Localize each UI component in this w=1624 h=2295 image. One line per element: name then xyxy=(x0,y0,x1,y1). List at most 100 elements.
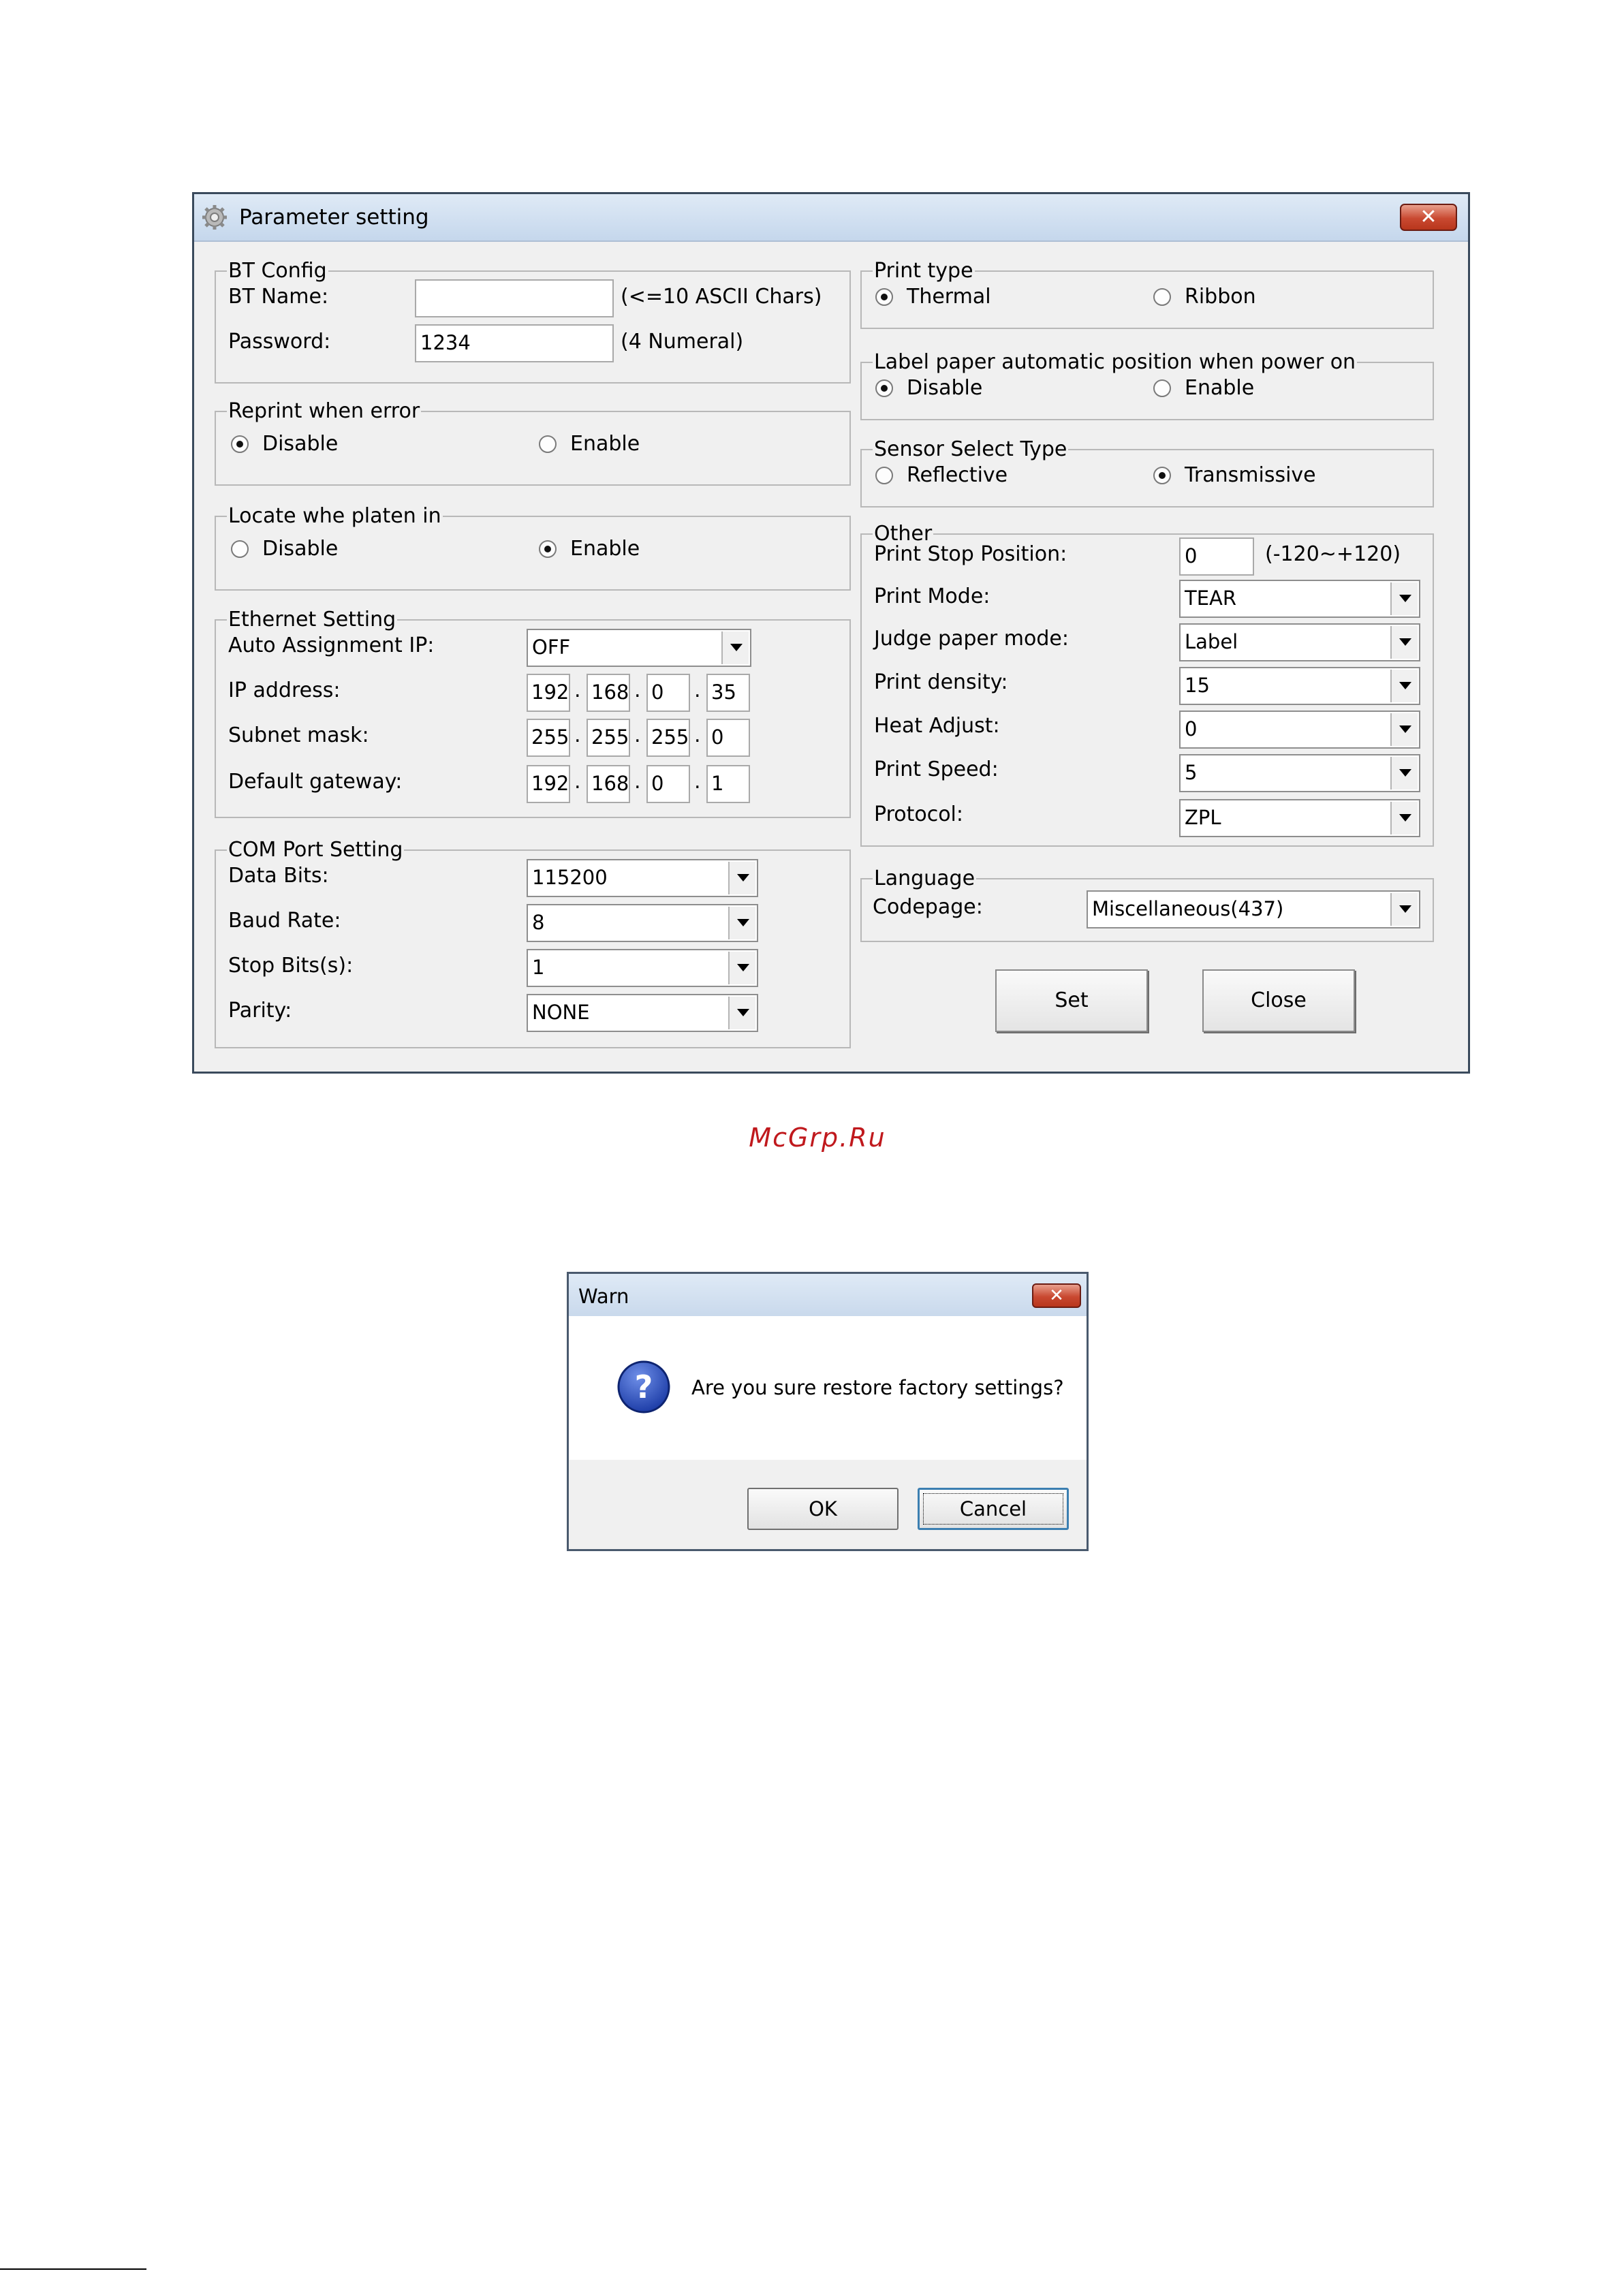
auto-ip-select[interactable]: OFF xyxy=(527,629,751,667)
chevron-down-icon[interactable] xyxy=(1390,713,1418,746)
password-input[interactable]: 1234 xyxy=(415,324,614,362)
label-position-enable-radio[interactable] xyxy=(1153,379,1171,397)
gateway-octet-1[interactable]: 192 xyxy=(527,765,570,803)
question-icon: ? xyxy=(617,1360,670,1414)
data-bits-select[interactable]: 115200 xyxy=(527,859,758,897)
print-mode-label: Print Mode: xyxy=(874,584,990,608)
chevron-down-icon[interactable] xyxy=(728,997,755,1029)
print-density-select[interactable]: 15 xyxy=(1179,667,1420,705)
print-speed-select[interactable]: 5 xyxy=(1179,754,1420,792)
title-bar[interactable]: Parameter setting ✕ xyxy=(194,194,1468,242)
ip-octet-4[interactable]: 35 xyxy=(706,674,750,712)
bt-name-input[interactable] xyxy=(415,279,614,317)
default-gateway-label: Default gateway: xyxy=(228,770,403,794)
warn-dialog: Warn ✕ ? Are you sure restore factory se… xyxy=(567,1272,1089,1551)
ip-octet-2[interactable]: 168 xyxy=(587,674,630,712)
locate-enable-radio[interactable] xyxy=(539,540,557,558)
thermal-label: Thermal xyxy=(907,285,991,309)
print-stop-position-input[interactable]: 0 xyxy=(1179,537,1254,576)
protocol-label: Protocol: xyxy=(874,802,964,826)
locate-platen-legend: Locate whe platen in xyxy=(228,504,441,528)
reflective-label: Reflective xyxy=(907,463,1008,487)
chevron-down-icon[interactable] xyxy=(1390,893,1418,926)
judge-paper-mode-value: Label xyxy=(1185,630,1238,653)
auto-ip-value: OFF xyxy=(532,636,571,659)
data-bits-value: 115200 xyxy=(532,866,608,889)
subnet-separator: . xyxy=(694,723,701,747)
print-density-label: Print density: xyxy=(874,670,1008,694)
warn-title-bar[interactable] xyxy=(569,1274,1087,1316)
baud-rate-value: 8 xyxy=(532,911,545,934)
reflective-radio[interactable] xyxy=(875,467,893,484)
chevron-down-icon[interactable] xyxy=(1390,670,1418,702)
judge-paper-mode-label: Judge paper mode: xyxy=(874,627,1069,651)
gateway-octet-2[interactable]: 168 xyxy=(587,765,630,803)
warn-title: Warn xyxy=(578,1285,629,1308)
judge-paper-mode-select[interactable]: Label xyxy=(1179,623,1420,661)
protocol-select[interactable]: ZPL xyxy=(1179,799,1420,837)
set-button[interactable]: Set xyxy=(995,969,1148,1032)
codepage-select[interactable]: Miscellaneous(437) xyxy=(1087,890,1420,928)
print-mode-select[interactable]: TEAR xyxy=(1179,580,1420,618)
transmissive-label: Transmissive xyxy=(1185,463,1316,487)
print-stop-position-hint: (-120~+120) xyxy=(1265,542,1401,566)
gateway-octet-4[interactable]: 1 xyxy=(706,765,750,803)
heat-adjust-label: Heat Adjust: xyxy=(874,714,1000,738)
subnet-octet-4[interactable]: 0 xyxy=(706,719,750,757)
subnet-octet-2[interactable]: 255 xyxy=(587,719,630,757)
print-stop-position-label: Print Stop Position: xyxy=(874,542,1067,566)
chevron-down-icon[interactable] xyxy=(1390,626,1418,659)
subnet-octet-1[interactable]: 255 xyxy=(527,719,570,757)
close-window-button[interactable]: ✕ xyxy=(1400,204,1457,231)
reprint-disable-radio[interactable] xyxy=(231,435,249,453)
protocol-value: ZPL xyxy=(1185,806,1221,829)
bt-config-legend: BT Config xyxy=(228,259,327,283)
baud-rate-select[interactable]: 8 xyxy=(527,904,758,942)
language-legend: Language xyxy=(874,867,975,890)
cancel-button[interactable]: Cancel xyxy=(918,1488,1069,1530)
chevron-down-icon[interactable] xyxy=(728,952,755,984)
locate-disable-radio[interactable] xyxy=(231,540,249,558)
subnet-octet-3[interactable]: 255 xyxy=(646,719,690,757)
ip-octet-3[interactable]: 0 xyxy=(646,674,690,712)
label-position-enable-label: Enable xyxy=(1185,376,1255,400)
window-title: Parameter setting xyxy=(239,205,429,230)
transmissive-radio[interactable] xyxy=(1153,467,1171,484)
heat-adjust-select[interactable]: 0 xyxy=(1179,711,1420,749)
gateway-octet-3[interactable]: 0 xyxy=(646,765,690,803)
chevron-down-icon[interactable] xyxy=(1390,757,1418,790)
close-button[interactable]: Close xyxy=(1202,969,1355,1032)
label-position-disable-radio[interactable] xyxy=(875,379,893,397)
label-position-disable-label: Disable xyxy=(907,376,983,400)
reprint-enable-radio[interactable] xyxy=(539,435,557,453)
thermal-radio[interactable] xyxy=(875,288,893,306)
parity-label: Parity: xyxy=(228,999,292,1022)
ribbon-radio[interactable] xyxy=(1153,288,1171,306)
locate-disable-label: Disable xyxy=(262,537,339,561)
chevron-down-icon[interactable] xyxy=(728,907,755,939)
ip-separator: . xyxy=(574,678,581,702)
other-legend: Other xyxy=(874,522,933,546)
chevron-down-icon[interactable] xyxy=(1390,582,1418,615)
question-glyph: ? xyxy=(635,1369,653,1405)
bt-name-label: BT Name: xyxy=(228,285,329,309)
parity-select[interactable]: NONE xyxy=(527,994,758,1032)
ethernet-legend: Ethernet Setting xyxy=(228,608,396,631)
chevron-down-icon[interactable] xyxy=(1390,802,1418,834)
subnet-separator: . xyxy=(574,723,581,747)
stop-bits-select[interactable]: 1 xyxy=(527,949,758,987)
codepage-label: Codepage: xyxy=(873,895,983,919)
parity-value: NONE xyxy=(532,1001,590,1024)
ok-button[interactable]: OK xyxy=(747,1488,899,1530)
chevron-down-icon[interactable] xyxy=(728,862,755,894)
ribbon-label: Ribbon xyxy=(1185,285,1256,309)
footer-rule xyxy=(0,2268,146,2270)
gear-icon xyxy=(202,205,227,230)
codepage-value: Miscellaneous(437) xyxy=(1092,897,1284,920)
warn-close-button[interactable]: ✕ xyxy=(1032,1283,1081,1308)
print-speed-label: Print Speed: xyxy=(874,758,999,781)
watermark: McGrp.Ru xyxy=(749,1123,886,1153)
chevron-down-icon[interactable] xyxy=(721,631,749,664)
ip-octet-1[interactable]: 192 xyxy=(527,674,570,712)
print-type-legend: Print type xyxy=(874,259,973,283)
